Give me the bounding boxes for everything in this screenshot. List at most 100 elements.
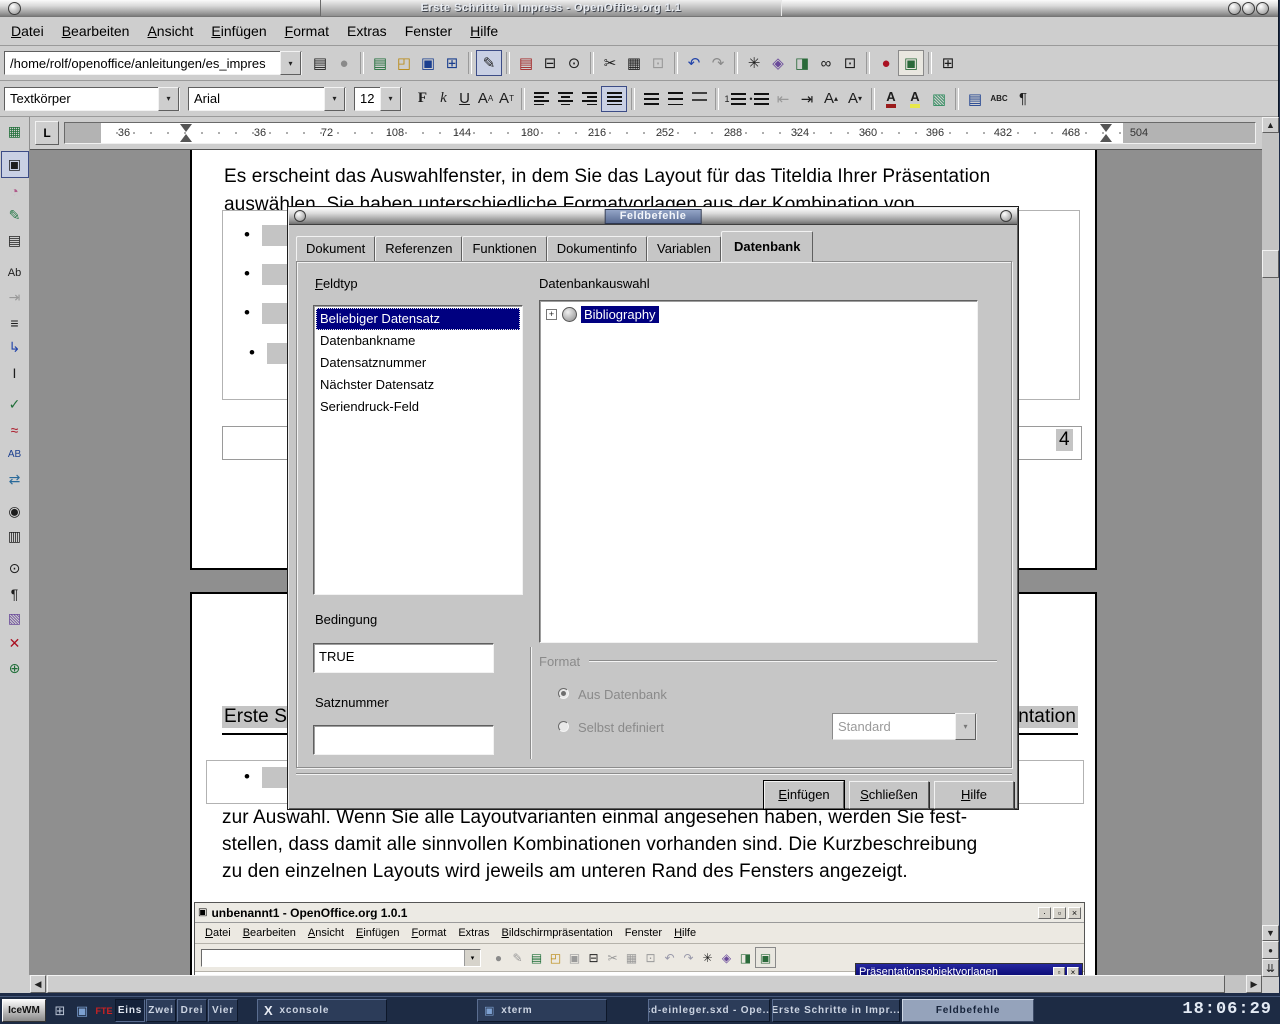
cut-icon[interactable]: ✂ xyxy=(598,51,622,75)
hilfe-button[interactable]: Hilfe xyxy=(934,781,1014,809)
spellcheck-icon[interactable]: ✓ xyxy=(2,392,28,417)
dialog-menu-button[interactable] xyxy=(294,210,306,222)
insert-image-icon[interactable]: ▣ xyxy=(898,50,924,76)
task-cd-einleger[interactable]: cd-einleger.sxd - Ope... xyxy=(648,999,770,1022)
superscript-icon[interactable]: AA xyxy=(475,87,496,111)
nonprinting-chars-icon[interactable]: ¶ xyxy=(1011,87,1035,111)
url-dropdown-icon[interactable]: ▾ xyxy=(280,51,301,75)
printer-icon[interactable]: ⊟ xyxy=(538,51,562,75)
graphics-on-off-icon[interactable]: ▧ xyxy=(2,606,28,631)
tab-variablen[interactable]: Variablen xyxy=(647,236,721,261)
line-spacing-2-icon[interactable] xyxy=(687,87,711,111)
page-preview-icon[interactable]: ⊙ xyxy=(562,51,586,75)
task-feldbefehle[interactable]: Feldbefehle xyxy=(902,999,1034,1022)
style-dropdown-icon[interactable]: ▾ xyxy=(158,87,179,111)
bullet-list-icon[interactable]: • xyxy=(747,87,771,111)
auto-spellcheck-icon[interactable]: ≈ xyxy=(2,417,28,442)
subscript-icon[interactable]: AT xyxy=(496,87,517,111)
scroll-down-button[interactable]: ▼ xyxy=(1262,925,1279,941)
font-size-up-icon[interactable]: A▴ xyxy=(819,87,843,111)
font-size-combobox[interactable]: 12 ▾ xyxy=(354,87,402,111)
character-dialog-icon[interactable]: ▤ xyxy=(963,87,987,111)
tab-referenzen[interactable]: Referenzen xyxy=(375,236,462,261)
list-item[interactable]: Datensatznummer xyxy=(316,352,520,374)
tab-funktionen[interactable]: Funktionen xyxy=(462,236,546,261)
maximize-button[interactable] xyxy=(1242,2,1255,15)
tab-type-selector[interactable]: L xyxy=(35,121,59,145)
form-functions-icon[interactable]: ▤ xyxy=(2,228,28,253)
menu-hilfe[interactable]: Hilfe xyxy=(461,19,507,43)
menu-ansicht[interactable]: Ansicht xyxy=(138,19,202,43)
dialog-titlebar[interactable]: Feldbefehle xyxy=(289,208,1017,225)
font-color-icon[interactable]: A xyxy=(879,87,903,111)
close-button[interactable] xyxy=(1256,2,1269,15)
workspace-vier[interactable]: Vier xyxy=(208,999,238,1022)
expand-icon[interactable]: + xyxy=(546,309,557,320)
schliessen-button[interactable]: Schließen xyxy=(849,781,929,809)
workspace-drei[interactable]: Drei xyxy=(177,999,207,1022)
scroll-up-button[interactable]: ▲ xyxy=(1262,117,1279,133)
menu-fenster[interactable]: Fenster xyxy=(396,19,461,43)
workspace-zwei[interactable]: Zwei xyxy=(146,999,176,1022)
bold-icon[interactable]: F xyxy=(412,87,433,111)
vertical-scrollbar[interactable]: ▲ ▼ ● ⇊ xyxy=(1262,117,1279,993)
paragraph-style-combobox[interactable]: Textkörper ▾ xyxy=(4,87,180,111)
dialog-close-button[interactable] xyxy=(1000,210,1012,222)
font-size-down-icon[interactable]: A▾ xyxy=(843,87,867,111)
data-sources-icon[interactable]: ▥ xyxy=(2,524,28,549)
next-page-button[interactable]: ⇊ xyxy=(1262,959,1279,977)
bedingung-field[interactable]: TRUE xyxy=(313,643,494,673)
database-tree[interactable]: + Bibliography xyxy=(539,300,978,643)
increase-indent-icon[interactable]: ⇥ xyxy=(795,87,819,111)
line-spacing-15-icon[interactable] xyxy=(663,87,687,111)
demote-list-icon[interactable]: ↳ xyxy=(2,335,28,360)
size-dropdown-icon[interactable]: ▾ xyxy=(380,87,401,111)
new-text-doc-icon[interactable]: ▤ xyxy=(368,51,392,75)
minimize-button[interactable] xyxy=(1228,2,1241,15)
window-list-icon[interactable]: ⊞ xyxy=(50,1001,70,1021)
load-url-icon[interactable]: ▤ xyxy=(308,51,332,75)
draw-functions-icon[interactable]: ✎ xyxy=(2,203,28,228)
vertical-scroll-thumb[interactable] xyxy=(1262,250,1279,278)
special-char-icon[interactable]: Ab xyxy=(2,260,28,285)
menu-extras[interactable]: Extras xyxy=(338,19,396,43)
list-item[interactable]: Beliebiger Datensatz xyxy=(316,308,520,330)
feldtyp-listbox[interactable]: Beliebiger Datensatz Datenbankname Daten… xyxy=(313,305,523,595)
bullets-on-off-icon[interactable]: ≡ xyxy=(2,310,28,335)
save-all-icon[interactable]: ⊞ xyxy=(440,51,464,75)
satznummer-field[interactable] xyxy=(313,725,494,755)
print-file-icon[interactable]: ▤ xyxy=(514,51,538,75)
copy-icon[interactable]: ▦ xyxy=(622,51,646,75)
hyperlink-bar-icon[interactable]: ∞ xyxy=(814,51,838,75)
window-menu-button[interactable] xyxy=(8,2,21,15)
scroll-left-button[interactable]: ◀ xyxy=(30,975,46,993)
font-name-combobox[interactable]: Arial ▾ xyxy=(188,87,346,111)
undo-icon[interactable]: ↶ xyxy=(682,51,706,75)
show-desktop-icon[interactable]: ▣ xyxy=(72,1001,92,1021)
list-item[interactable]: Seriendruck-Feld xyxy=(316,396,520,418)
tree-item-bibliography[interactable]: Bibliography xyxy=(581,306,659,323)
gallery-icon[interactable]: ◨ xyxy=(790,51,814,75)
stylist-icon[interactable]: ◈ xyxy=(766,51,790,75)
online-layout-icon[interactable]: ⊕ xyxy=(2,656,28,681)
workspace-eins[interactable]: Eins xyxy=(115,999,145,1022)
font-dropdown-icon[interactable]: ▾ xyxy=(324,87,345,111)
find-icon[interactable]: ◉ xyxy=(2,499,28,524)
hide-graphics-icon[interactable]: ✕ xyxy=(2,631,28,656)
find-replace-icon[interactable]: ABC xyxy=(987,87,1011,111)
align-left-icon[interactable] xyxy=(529,87,553,111)
scroll-right-button[interactable]: ▶ xyxy=(1246,975,1262,993)
url-combobox[interactable]: /home/rolf/openoffice/anleitungen/es_imp… xyxy=(4,51,302,75)
highlight-icon[interactable]: A xyxy=(903,87,927,111)
list-item[interactable]: Datenbankname xyxy=(316,330,520,352)
italic-icon[interactable]: k xyxy=(433,87,454,111)
align-right-icon[interactable] xyxy=(577,87,601,111)
task-xconsole[interactable]: X xconsole xyxy=(257,999,387,1022)
nonprinting-toggle-icon[interactable]: ¶ xyxy=(2,581,28,606)
underline-icon[interactable]: U xyxy=(454,87,475,111)
list-item[interactable]: Nächster Datensatz xyxy=(316,374,520,396)
task-erste-schritte[interactable]: Erste Schritte in Impr... xyxy=(772,999,900,1022)
navigation-button[interactable]: ● xyxy=(1262,941,1279,959)
align-justify-icon[interactable] xyxy=(601,86,627,112)
tab-dokumentinfo[interactable]: Dokumentinfo xyxy=(547,236,647,261)
